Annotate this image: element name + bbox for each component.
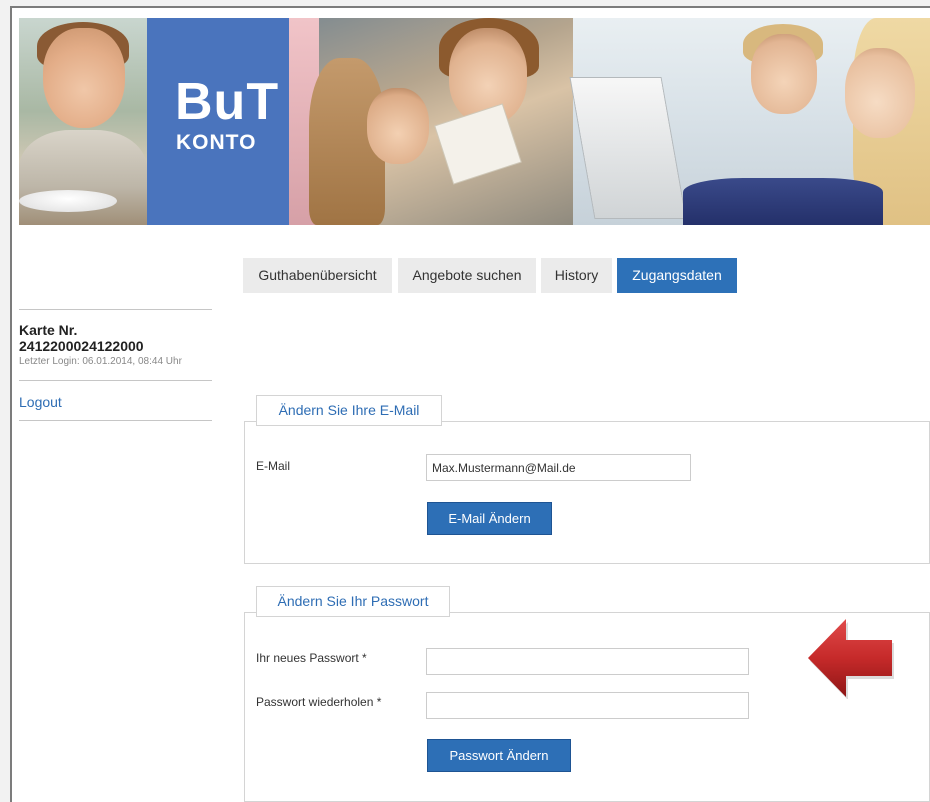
email-section [244, 421, 930, 564]
banner-photo-boy [19, 18, 147, 225]
logo: BuT KONTO [147, 18, 289, 225]
card-label: Karte Nr. [19, 322, 78, 338]
repeat-password-label: Passwort wiederholen * [256, 695, 382, 709]
change-password-button[interactable]: Passwort Ändern [427, 739, 571, 772]
tab-guthabenuebersicht[interactable]: Guthabenübersicht [243, 258, 392, 293]
new-password-label: Ihr neues Passwort * [256, 651, 367, 665]
banner-photo-classroom [289, 18, 573, 225]
header-banner: BuT KONTO [19, 18, 930, 225]
red-arrow-icon [808, 619, 894, 699]
tab-history[interactable]: History [541, 258, 612, 293]
password-section-title: Ändern Sie Ihr Passwort [256, 586, 450, 617]
sidebar-divider [19, 420, 212, 421]
tab-angebote-suchen[interactable]: Angebote suchen [398, 258, 536, 293]
sidebar-divider [19, 380, 212, 381]
card-number: 2412200024122000 [19, 338, 144, 354]
email-section-title: Ändern Sie Ihre E-Mail [256, 395, 442, 426]
logout-link[interactable]: Logout [19, 394, 62, 410]
new-password-input[interactable] [426, 648, 749, 675]
banner-photo-computer-kids [570, 18, 930, 225]
email-label: E-Mail [256, 459, 291, 473]
sidebar-divider [19, 309, 212, 310]
tab-zugangsdaten[interactable]: Zugangsdaten [617, 258, 737, 293]
repeat-password-input[interactable] [426, 692, 749, 719]
logo-title: BuT [175, 73, 280, 131]
change-email-button[interactable]: E-Mail Ändern [427, 502, 552, 535]
email-input[interactable] [426, 454, 691, 481]
last-login-info: Letzter Login: 06.01.2014, 08:44 Uhr [19, 356, 182, 367]
logo-subtitle: KONTO [176, 131, 257, 154]
